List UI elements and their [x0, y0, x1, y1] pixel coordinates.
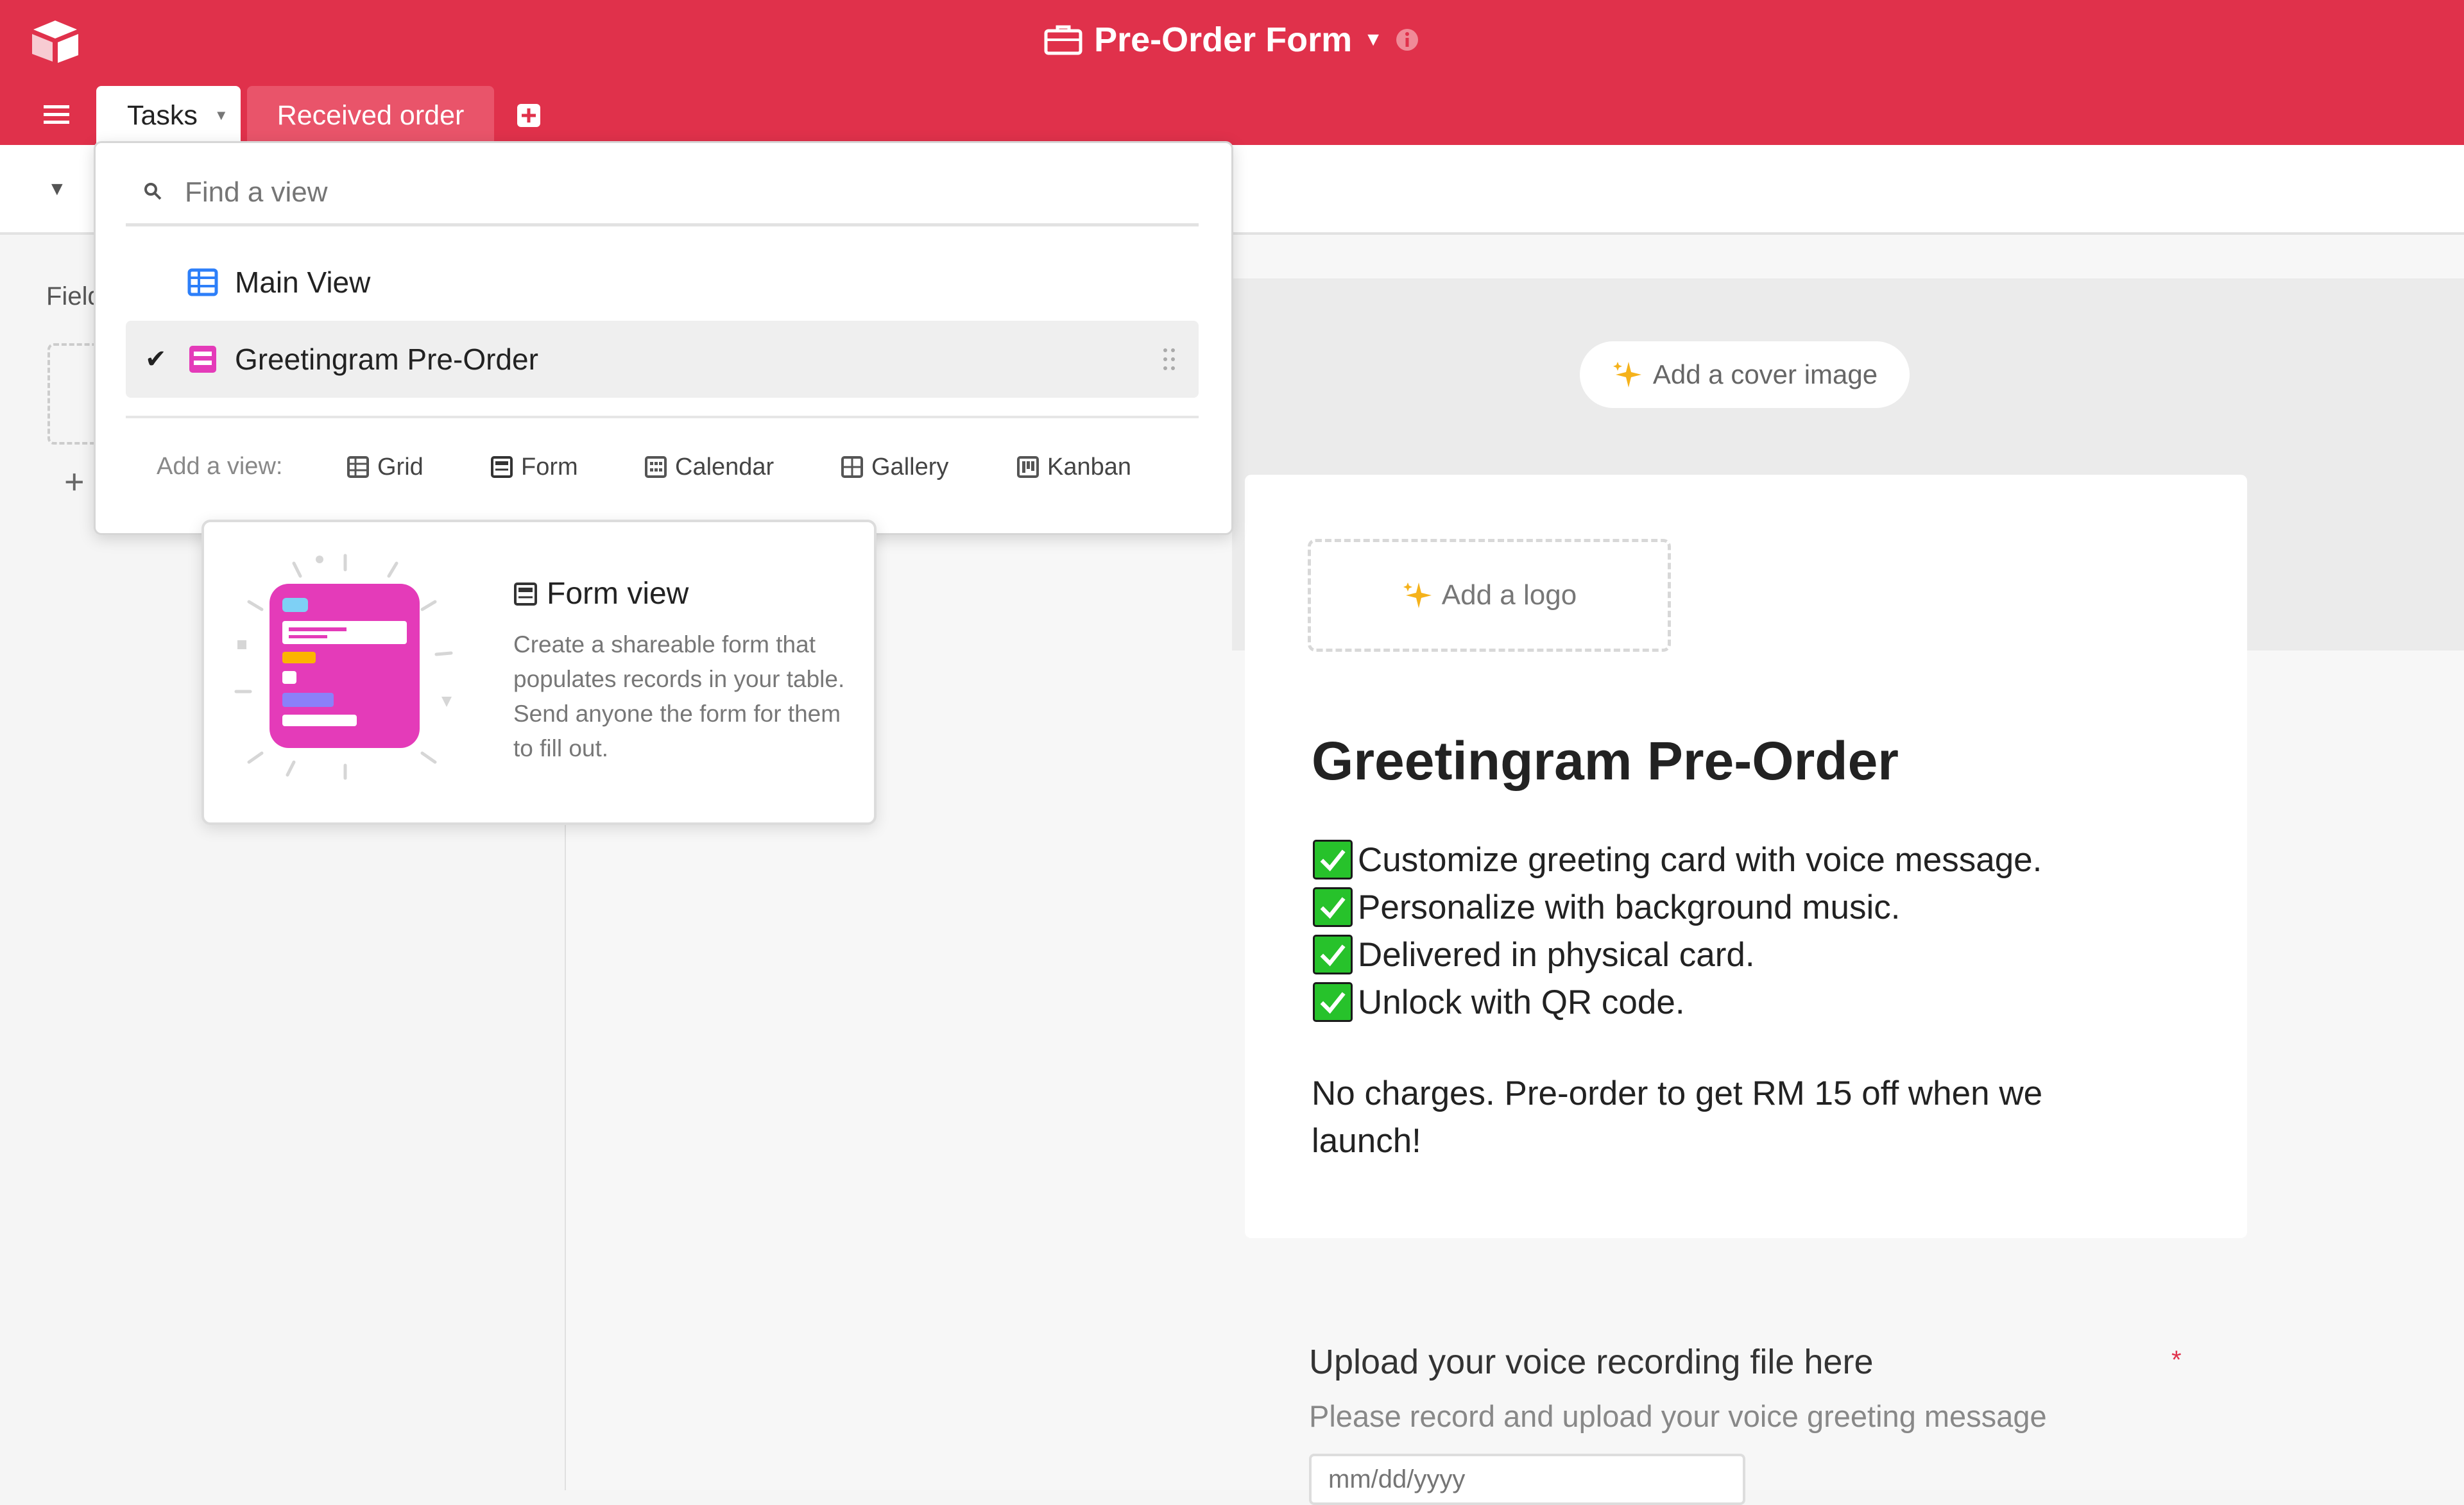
add-gallery-view-button[interactable]: Gallery [841, 449, 948, 485]
plus-icon[interactable]: + [64, 462, 85, 502]
sidebar-fields-heading: Field [46, 282, 96, 310]
add-grid-view-button[interactable]: Grid [346, 449, 424, 485]
feature-line: Customize greeting card with voice messa… [1313, 836, 2042, 883]
feature-text: Unlock with QR code. [1358, 983, 1685, 1021]
check-mark-box-icon [1313, 887, 1353, 927]
chevron-down-icon[interactable]: ▼ [47, 178, 67, 200]
base-title: Pre-Order Form [1094, 21, 1353, 59]
form-illustration-icon [234, 554, 453, 780]
form-title[interactable]: Greetingram Pre-Order [1312, 730, 1899, 792]
tab-received-order[interactable]: Received order [247, 86, 494, 145]
sparkle-icon [1613, 362, 1641, 387]
info-icon[interactable] [1394, 27, 1420, 53]
view-name: Main View [235, 266, 371, 299]
add-cover-image-label: Add a cover image [1652, 359, 1878, 389]
required-indicator: * [2171, 1346, 2182, 1374]
tab-tasks[interactable]: Tasks ▼ [96, 86, 241, 145]
base-title-area[interactable]: Pre-Order Form ▼ [0, 14, 2464, 65]
briefcase-icon [1044, 25, 1082, 55]
add-kanban-view-button[interactable]: Kanban [1016, 449, 1131, 485]
form-description: No charges. Pre-order to get RM 15 off w… [1312, 1075, 2043, 1160]
chevron-down-icon[interactable]: ▼ [1364, 29, 1383, 51]
tab-label: Tasks [127, 99, 198, 131]
search-icon [144, 183, 162, 200]
add-view-type-label: Form [521, 453, 578, 480]
sparkle-icon [1403, 582, 1432, 608]
feature-text: Customize greeting card with voice messa… [1358, 840, 2042, 879]
form-icon [491, 456, 513, 478]
find-view-input[interactable] [184, 171, 1187, 214]
add-table-icon[interactable] [516, 103, 542, 128]
view-item-greetingram-pre-order[interactable]: ✔ Greetingram Pre-Order [126, 321, 1199, 398]
feature-text: Delivered in physical card. [1358, 935, 1755, 974]
tooltip-description: Create a shareable form that populates r… [513, 631, 845, 761]
add-logo-button[interactable]: Add a logo [1308, 539, 1671, 652]
field-help-text: Please record and upload your voice gree… [1309, 1399, 2047, 1433]
add-cover-image-button[interactable]: Add a cover image [1580, 341, 1910, 408]
add-view-type-label: Gallery [871, 453, 949, 480]
chevron-down-icon[interactable]: ▼ [214, 107, 228, 124]
check-icon: ✔ [145, 345, 167, 373]
field-label[interactable]: Upload your voice recording file here [1309, 1342, 1873, 1382]
tooltip-header: Form view [513, 576, 689, 611]
divider [126, 223, 1199, 226]
feature-line: Delivered in physical card. [1313, 931, 1755, 978]
add-logo-label: Add a logo [1441, 579, 1577, 611]
add-view-type-label: Kanban [1047, 453, 1132, 480]
view-name: Greetingram Pre-Order [235, 343, 538, 376]
add-calendar-view-button[interactable]: Calendar [644, 449, 774, 485]
feature-text: Personalize with background music. [1358, 888, 1901, 926]
grid-icon [347, 456, 369, 478]
kanban-icon [1017, 456, 1039, 478]
form-view-icon [189, 346, 216, 373]
calendar-icon [645, 456, 667, 478]
add-view-label: Add a view: [157, 453, 283, 480]
add-view-type-label: Grid [377, 453, 424, 480]
date-field[interactable] [1309, 1454, 1745, 1505]
add-form-view-button[interactable]: Form [490, 449, 578, 485]
form-icon [514, 582, 537, 606]
check-mark-box-icon [1313, 982, 1353, 1022]
feature-line: Personalize with background music. [1313, 883, 1900, 931]
check-mark-box-icon [1313, 935, 1353, 974]
add-view-type-label: Calendar [675, 453, 774, 480]
tab-label: Received order [277, 99, 465, 131]
hamburger-menu-icon[interactable] [42, 103, 71, 127]
divider [126, 416, 1199, 418]
check-mark-box-icon [1313, 840, 1353, 880]
view-item-main-view[interactable]: Main View [126, 244, 1199, 321]
gallery-icon [841, 456, 863, 478]
grid-view-icon [187, 268, 218, 296]
drag-handle-icon[interactable] [1161, 346, 1177, 372]
tooltip-title: Form view [547, 577, 689, 611]
feature-line: Unlock with QR code. [1313, 978, 1685, 1026]
